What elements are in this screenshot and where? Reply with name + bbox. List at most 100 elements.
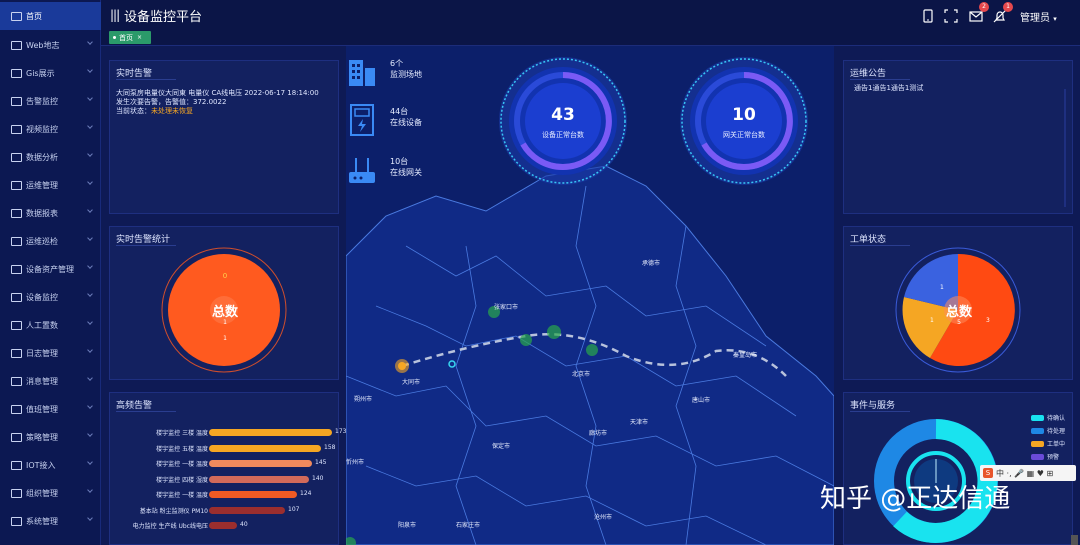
alarm-stats-bottom-value: 1 (223, 335, 227, 342)
sidebar-item-12[interactable]: 日志管理 (0, 339, 101, 367)
events-legend-item[interactable]: 工单中 (1031, 439, 1065, 448)
frequent-alarm-row[interactable]: 楼宇监控 三楼 温度 173 (110, 427, 346, 437)
tab-home-label: 首页 (119, 33, 133, 42)
user-icon (11, 320, 22, 330)
watermark: 知乎 @正达信通 (820, 484, 1011, 514)
frequent-alarm-name: 楼宇监控 三楼 温度 (156, 430, 208, 437)
frequent-alarm-name: 电力监控 生产线 Ubc线电压 (132, 523, 208, 530)
sidebar-item-8[interactable]: 运维巡检 (0, 227, 101, 255)
legend-swatch (1031, 427, 1044, 434)
sidebar-item-14[interactable]: 值班管理 (0, 395, 101, 423)
sidebar-item-7[interactable]: 数据报表 (0, 199, 101, 227)
map-city-label[interactable]: 北京市 (572, 369, 590, 378)
sidebar-item-4[interactable]: 视频监控 (0, 115, 101, 143)
legend-swatch (1031, 414, 1044, 421)
map-city-label[interactable]: 朔州市 (354, 394, 372, 403)
alarm-stats-center-label: 总数 (211, 305, 238, 320)
frequent-alarm-name: 楼宇监控 一楼 温度 (156, 492, 208, 499)
map-city-label[interactable]: 张家口市 (494, 302, 518, 311)
stat-gateways-count: 10台 (390, 157, 409, 166)
alarm-stats-panel: 实时告警统计 0 总数 1 1 (109, 226, 339, 380)
stat-sites: 6个 监测场地 (346, 56, 422, 88)
alarm-stats-mid-value: 1 (223, 319, 227, 326)
stat-sites-count: 6个 (390, 59, 404, 68)
fullscreen-icon[interactable] (944, 8, 958, 23)
map-city-label[interactable]: 廊坊市 (589, 428, 607, 437)
map-city-label[interactable]: 大同市 (402, 377, 420, 386)
frequent-alarm-row[interactable]: 基本站 粉尘监测仪 PM10 107 (110, 505, 345, 515)
realtime-alarm-text[interactable]: 大同泵房电量仪大同東 电量仪 CA线电压 2022-06-17 18:14:00… (116, 89, 346, 116)
map-city-label[interactable]: 天津市 (630, 417, 648, 426)
map-city-label[interactable]: 秦皇岛市 (733, 350, 757, 359)
frequent-alarm-bar (209, 522, 237, 529)
alarm-status-value: 未处理未恢复 (151, 107, 193, 115)
sidebar-item-5[interactable]: 数据分析 (0, 143, 101, 171)
stat-gateways: 10台 在线网关 (346, 154, 422, 186)
asset-icon (11, 264, 22, 274)
log-icon (11, 348, 22, 358)
frequent-alarm-row[interactable]: 楼宇监控 一楼 温度 124 (110, 489, 345, 499)
map-city-label[interactable]: 忻州市 (346, 457, 364, 466)
tab-close-icon[interactable]: × (137, 34, 142, 41)
frequent-alarm-name: 楼宇监控 四楼 湿度 (156, 476, 208, 484)
alarm-status-label: 当前状态： (116, 107, 151, 115)
events-legend-item[interactable]: 待确认 (1031, 413, 1065, 422)
tab-home[interactable]: 首页 × (109, 31, 151, 44)
map-city-label[interactable]: 保定市 (492, 441, 510, 450)
sidebar-item-18[interactable]: 系统管理 (0, 507, 101, 535)
notice-text[interactable]: 通告1通告1通告1测试 (854, 83, 923, 93)
sidebar-item-13[interactable]: 消息管理 (0, 367, 101, 395)
events-legend-item[interactable]: 预警 (1031, 452, 1059, 461)
map-city-label[interactable]: 沧州市 (594, 512, 612, 521)
page-scrollbar[interactable] (1071, 535, 1078, 545)
realtime-alarm-panel: 实时告警 大同泵房电量仪大同東 电量仪 CA线电压 2022-06-17 18:… (109, 60, 339, 214)
bell-badge: 1 (1003, 2, 1013, 12)
map-city-label[interactable]: 石家庄市 (456, 520, 480, 529)
work-order-top-value: 1 (940, 284, 944, 291)
user-menu[interactable]: 管理员 ▾ (1020, 9, 1057, 24)
work-order-center-label: 总数 (945, 305, 972, 320)
sidebar-item-0[interactable]: 首页 (0, 2, 101, 30)
sidebar-item-17[interactable]: 组织管理 (0, 479, 101, 507)
user-name: 管理员 (1020, 13, 1050, 24)
realtime-alarm-title: 实时告警 (116, 66, 177, 80)
ime-toolbar[interactable]: S中 ·, 🎤 ▦ ♥ ⊞ (980, 465, 1076, 481)
warning-icon (11, 180, 22, 190)
phone-icon[interactable] (921, 8, 935, 23)
bell-off-icon[interactable]: 1 (993, 2, 1013, 23)
sidebar-item-15[interactable]: 策略管理 (0, 423, 101, 451)
sidebar-item-3[interactable]: 告警监控 (0, 87, 101, 115)
chart-icon (11, 11, 22, 21)
legend-swatch (1031, 440, 1044, 447)
message-icon (11, 376, 22, 386)
map-city-label[interactable]: 承德市 (642, 258, 660, 267)
notice-scrollbar[interactable] (1064, 89, 1066, 207)
frequent-alarm-row[interactable]: 电力监控 生产线 Ubc线电压 40 (110, 520, 345, 530)
events-legend-item[interactable]: 待处理 (1031, 426, 1065, 435)
mail-icon[interactable]: 2 (969, 2, 989, 22)
sidebar-item-11[interactable]: 人工置数 (0, 311, 101, 339)
frequent-alarm-row[interactable]: 楼宇监控 四楼 湿度 140 (110, 474, 345, 484)
sidebar-item-6[interactable]: 运维管理 (0, 171, 101, 199)
frequent-alarm-value: 145 (315, 459, 327, 466)
map-area[interactable]: 承德市张家口市北京市 秦皇岛市大同市朔州市 唐山市廊坊市 天津市保定市沧州市阳泉市 石家… (346, 46, 834, 545)
alarm-line-2: 发生次要告警，告警值：372.0022 (116, 98, 227, 106)
mail-badge: 2 (979, 2, 989, 12)
frequent-alarm-bar (209, 444, 321, 452)
frequent-alarm-bar (209, 506, 285, 514)
map-city-label[interactable]: 唐山市 (692, 395, 710, 404)
frequent-alarm-bar (209, 429, 332, 436)
sidebar-item-10[interactable]: 设备监控 (0, 283, 101, 311)
menu-toggle-icon[interactable]: ||| (110, 8, 120, 22)
sidebar-item-2[interactable]: Gis展示 (0, 59, 101, 87)
map-city-label[interactable]: 阳泉市 (398, 520, 416, 529)
sidebar-item-9[interactable]: 设备资产管理 (0, 255, 101, 283)
gauge-gateways-value: 10 (732, 105, 756, 125)
frequent-alarm-row[interactable]: 楼宇监控 五楼 温度 158 (110, 443, 345, 453)
stat-devices: 44台 在线设备 (346, 104, 422, 136)
frequent-alarm-row[interactable]: 楼宇监控 一楼 温度 145 (110, 458, 345, 468)
sidebar-item-1[interactable]: Web地志 (0, 31, 101, 59)
sidebar-item-16[interactable]: IOT接入 (0, 451, 101, 479)
work-order-bottom-value: 5 (957, 319, 961, 326)
gauge-gateways-label: 网关正常台数 (723, 131, 765, 139)
